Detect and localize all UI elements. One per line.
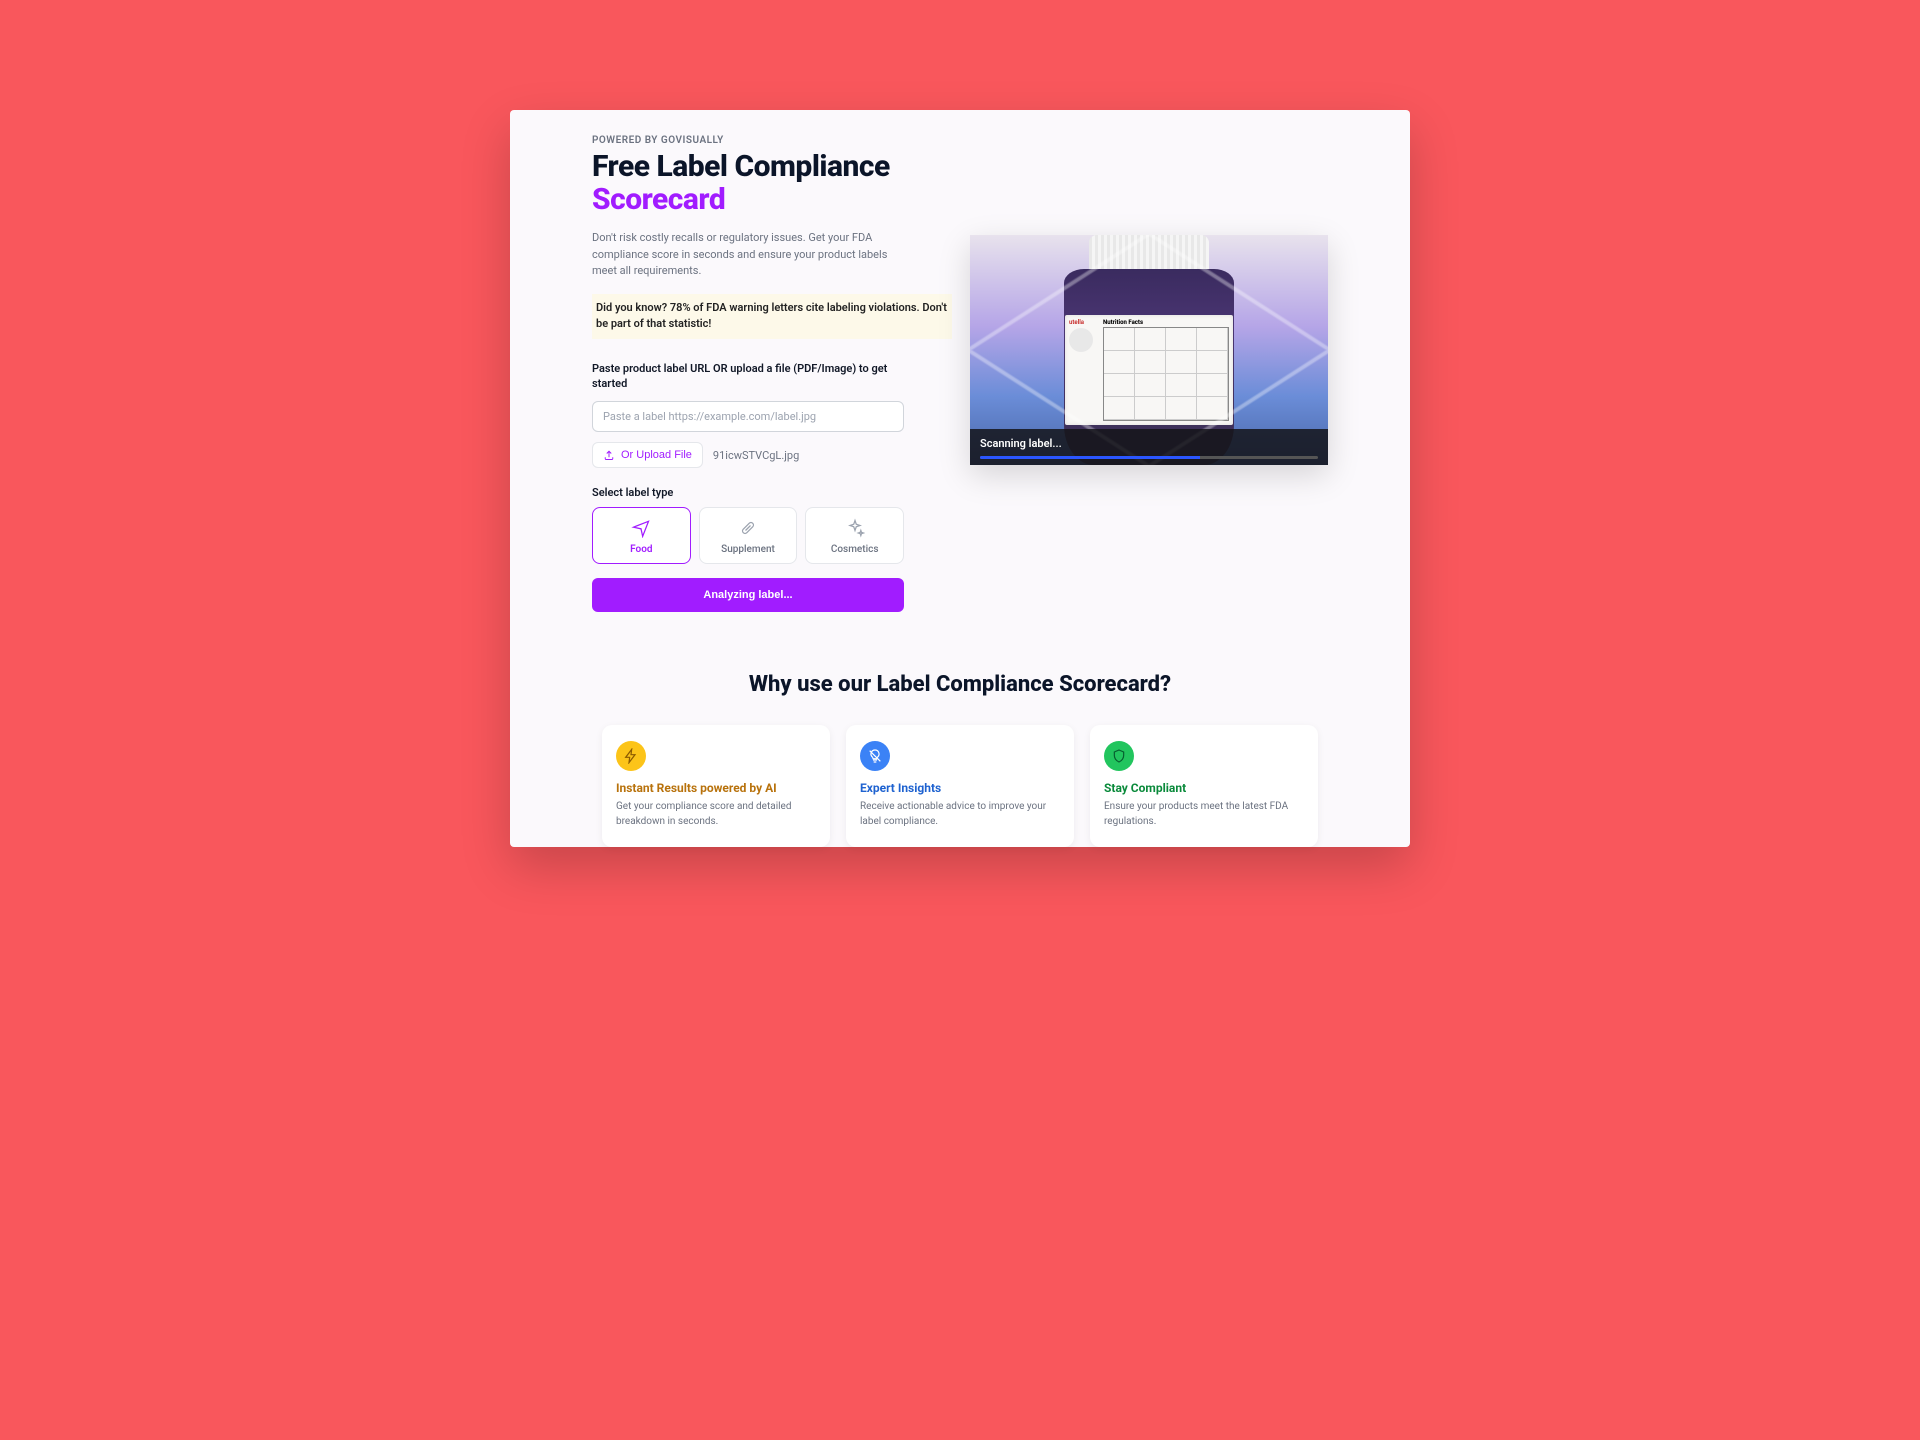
upload-row: Or Upload File 91icwSTVCgL.jpg bbox=[592, 442, 904, 468]
feature-row: Instant Results powered by AI Get your c… bbox=[592, 725, 1328, 847]
feature-expert-insights: Expert Insights Receive actionable advic… bbox=[846, 725, 1074, 847]
pill-icon bbox=[738, 518, 758, 538]
main-card: POWERED BY GOVISUALLY Free Label Complia… bbox=[510, 110, 1410, 847]
nutrition-table bbox=[1103, 327, 1229, 421]
headline-accent: Scorecard bbox=[592, 183, 904, 216]
tagline: Don't risk costly recalls or regulatory … bbox=[592, 230, 904, 280]
headline-main: Free Label Compliance bbox=[592, 149, 890, 184]
feature-title-2: Expert Insights bbox=[860, 781, 1060, 795]
scan-overlay: Scanning label... bbox=[970, 429, 1328, 465]
label-type-selector: Food Supplement bbox=[592, 507, 904, 564]
feature-desc-2: Receive actionable advice to improve you… bbox=[860, 799, 1060, 829]
product-brand: utella bbox=[1069, 319, 1099, 326]
type-label-supplement: Supplement bbox=[721, 544, 775, 555]
scan-progress-fill bbox=[980, 456, 1200, 459]
page-title: Free Label Compliance Scorecard bbox=[592, 150, 904, 216]
type-label-cosmetics: Cosmetics bbox=[831, 544, 879, 555]
scan-progress-bar bbox=[980, 456, 1318, 459]
feature-instant-results: Instant Results powered by AI Get your c… bbox=[602, 725, 830, 847]
jar-cap bbox=[1089, 235, 1209, 273]
jar-label: utella Nutrition Facts bbox=[1065, 315, 1233, 425]
label-url-input[interactable] bbox=[592, 401, 904, 432]
feature-desc-3: Ensure your products meet the latest FDA… bbox=[1104, 799, 1304, 829]
why-title: Why use our Label Compliance Scorecard? bbox=[592, 672, 1328, 697]
sparkle-icon bbox=[845, 518, 865, 538]
label-type-food[interactable]: Food bbox=[592, 507, 691, 564]
kicker-text: POWERED BY GOVISUALLY bbox=[592, 135, 904, 146]
pizza-icon bbox=[631, 518, 651, 538]
lightning-icon bbox=[616, 741, 646, 771]
stat-callout: Did you know? 78% of FDA warning letters… bbox=[592, 294, 952, 339]
label-preview: utella Nutrition Facts bbox=[970, 235, 1328, 465]
label-type-label: Select label type bbox=[592, 486, 904, 499]
feature-desc-1: Get your compliance score and detailed b… bbox=[616, 799, 816, 829]
scan-status-text: Scanning label... bbox=[980, 437, 1318, 450]
type-label-food: Food bbox=[630, 544, 652, 555]
feature-stay-compliant: Stay Compliant Ensure your products meet… bbox=[1090, 725, 1318, 847]
nutrition-facts-title: Nutrition Facts bbox=[1103, 319, 1229, 326]
why-section: Why use our Label Compliance Scorecard? … bbox=[592, 672, 1328, 847]
feature-title-1: Instant Results powered by AI bbox=[616, 781, 816, 795]
label-type-supplement[interactable]: Supplement bbox=[699, 507, 798, 564]
feature-title-3: Stay Compliant bbox=[1104, 781, 1304, 795]
upload-file-button[interactable]: Or Upload File bbox=[592, 442, 703, 468]
product-logo bbox=[1069, 328, 1093, 352]
analyze-button[interactable]: Analyzing label... bbox=[592, 578, 904, 612]
label-type-cosmetics[interactable]: Cosmetics bbox=[805, 507, 904, 564]
url-input-label: Paste product label URL OR upload a file… bbox=[592, 361, 904, 392]
hero-section: POWERED BY GOVISUALLY Free Label Complia… bbox=[592, 135, 1328, 612]
upload-button-label: Or Upload File bbox=[621, 449, 692, 461]
form-column: POWERED BY GOVISUALLY Free Label Complia… bbox=[592, 135, 904, 612]
lightbulb-icon bbox=[860, 741, 890, 771]
upload-icon bbox=[603, 449, 615, 461]
shield-icon bbox=[1104, 741, 1134, 771]
uploaded-filename: 91icwSTVCgL.jpg bbox=[713, 449, 799, 462]
